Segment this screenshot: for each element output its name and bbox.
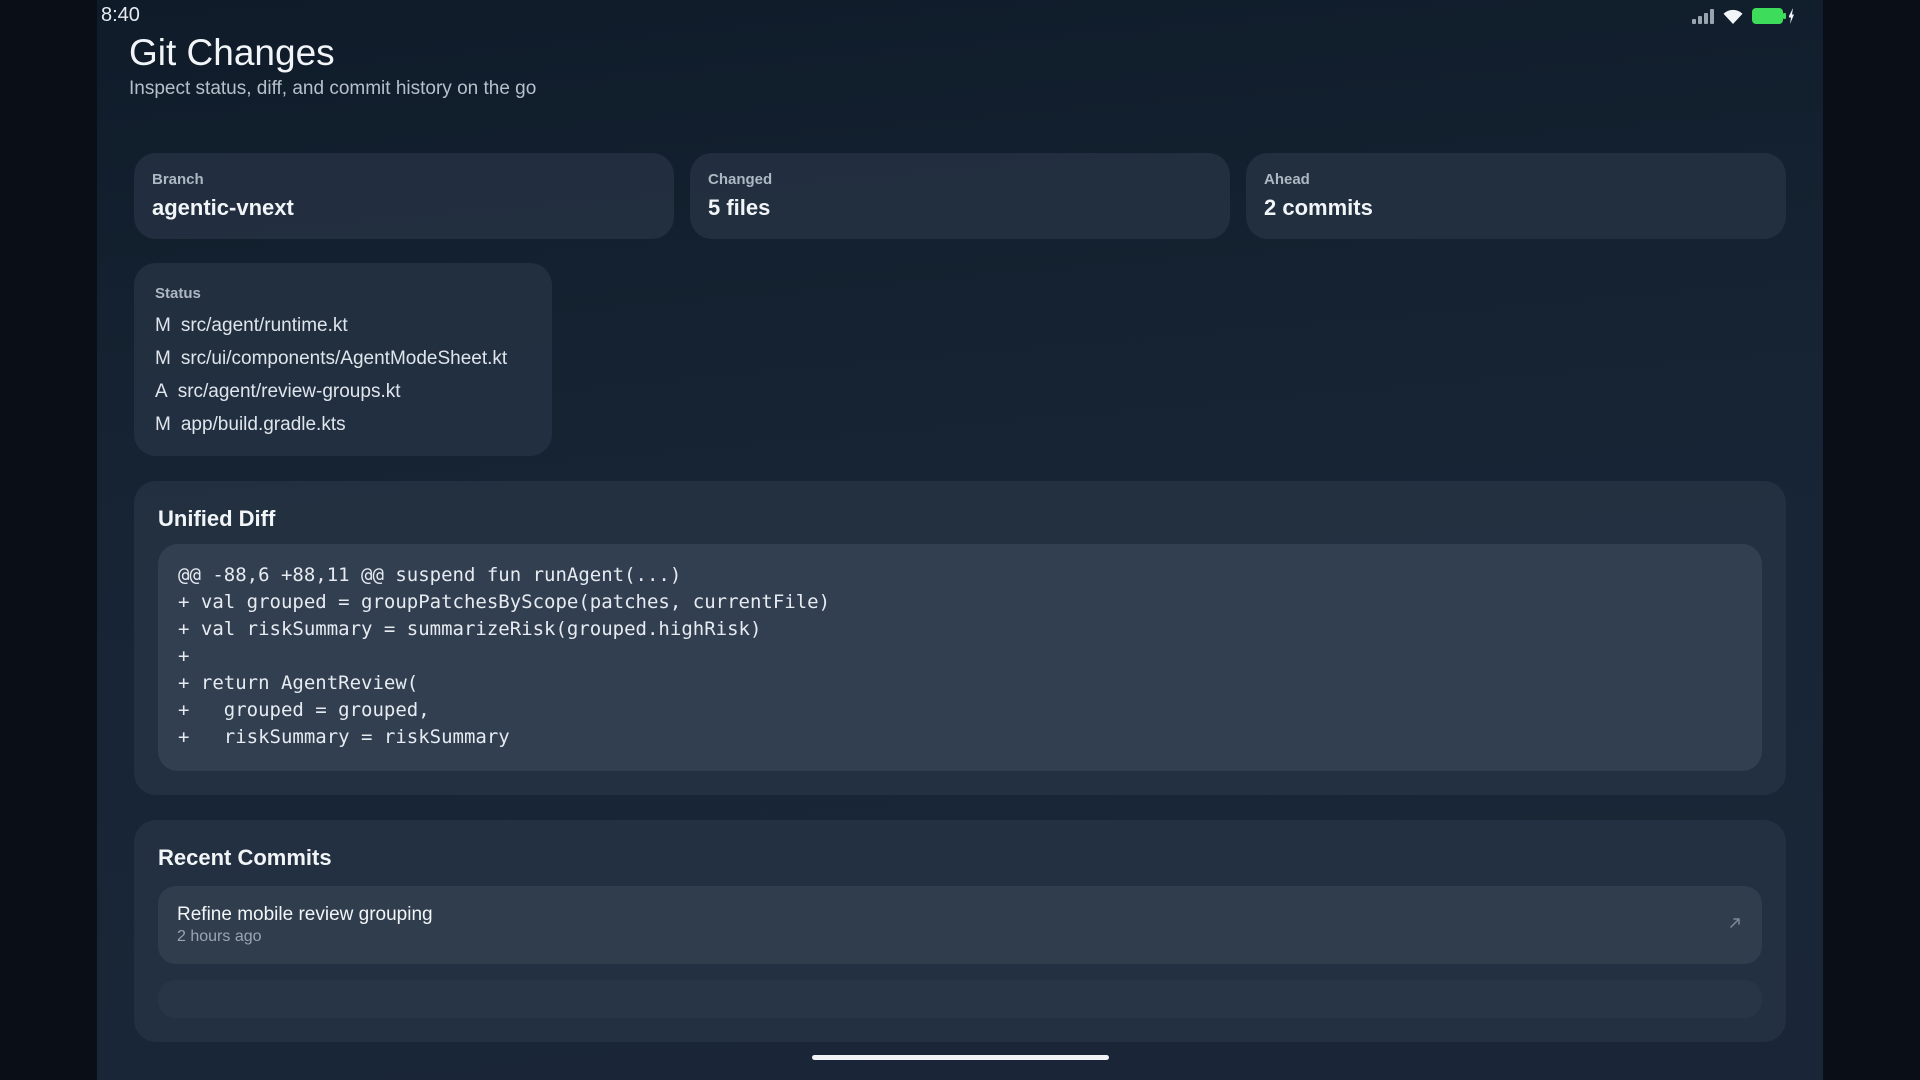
right-letterbox [1823, 0, 1920, 1080]
status-label: Status [155, 285, 201, 302]
diff-line: @@ -88,6 +88,11 @@ suspend fun runAgent(… [178, 564, 682, 586]
commits-title: Recent Commits [158, 845, 332, 870]
commit-row[interactable]: Refine mobile review grouping 2 hours ag… [158, 886, 1762, 964]
signal-icon [1692, 8, 1714, 24]
status-file-item[interactable]: Msrc/agent/runtime.kt [155, 313, 507, 346]
file-status-code: M [155, 348, 171, 369]
branch-card: Branch agentic-vnext [134, 153, 674, 239]
open-external-icon[interactable] [1728, 916, 1742, 930]
diff-lines: @@ -88,6 +88,11 @@ suspend fun runAgent(… [178, 562, 830, 751]
file-path: app/build.gradle.kts [180, 414, 346, 435]
commit-time: 2 hours ago [177, 928, 262, 945]
left-letterbox [0, 0, 97, 1080]
battery-charging-icon [1752, 7, 1794, 25]
status-card: Status Msrc/agent/runtime.kt Msrc/ui/com… [134, 263, 552, 456]
file-path: src/agent/runtime.kt [180, 315, 348, 336]
status-bar-icons [1692, 7, 1794, 25]
file-status-code: M [155, 315, 171, 336]
ahead-label: Ahead [1264, 171, 1310, 188]
diff-line: + return AgentReview( [178, 672, 419, 694]
ahead-value: 2 commits [1264, 195, 1373, 220]
file-path: src/agent/review-groups.kt [177, 381, 401, 402]
page-subtitle: Inspect status, diff, and commit history… [129, 78, 537, 99]
changed-card: Changed 5 files [690, 153, 1230, 239]
branch-label: Branch [152, 171, 204, 188]
file-status-code: M [155, 414, 171, 435]
branch-value: agentic-vnext [152, 195, 294, 220]
wifi-icon [1722, 8, 1744, 25]
diff-line: + [178, 645, 190, 667]
commit-message: Refine mobile review grouping [177, 904, 433, 925]
status-file-item[interactable]: Msrc/ui/components/AgentModeSheet.kt [155, 346, 507, 379]
diff-line: + grouped = grouped, [178, 699, 430, 721]
diff-line: + riskSummary = riskSummary [178, 726, 510, 748]
file-path: src/ui/components/AgentModeSheet.kt [180, 348, 508, 369]
diff-code-box[interactable]: @@ -88,6 +88,11 @@ suspend fun runAgent(… [158, 544, 1762, 771]
unified-diff-card: Unified Diff @@ -88,6 +88,11 @@ suspend … [134, 481, 1786, 795]
status-file-item[interactable]: Mapp/build.gradle.kts [155, 412, 507, 445]
diff-line: + val riskSummary = summarizeRisk(groupe… [178, 618, 762, 640]
home-indicator[interactable] [812, 1055, 1109, 1060]
recent-commits-card: Recent Commits Refine mobile review grou… [134, 820, 1786, 1042]
status-bar-time: 8:40 [101, 4, 140, 26]
status-file-item[interactable]: Asrc/agent/review-groups.kt [155, 379, 507, 412]
diff-title: Unified Diff [158, 506, 276, 531]
file-status-code: A [155, 381, 168, 402]
page-title: Git Changes [129, 32, 335, 73]
app-screen: 8:40 Git Changes Inspect status, diff, a… [97, 0, 1823, 1080]
changed-label: Changed [708, 171, 773, 188]
status-file-list: Msrc/agent/runtime.kt Msrc/ui/components… [155, 313, 507, 445]
commit-row-placeholder [158, 980, 1762, 1018]
ahead-card: Ahead 2 commits [1246, 153, 1786, 239]
changed-value: 5 files [708, 195, 771, 220]
diff-line: + val grouped = groupPatchesByScope(patc… [178, 591, 831, 613]
